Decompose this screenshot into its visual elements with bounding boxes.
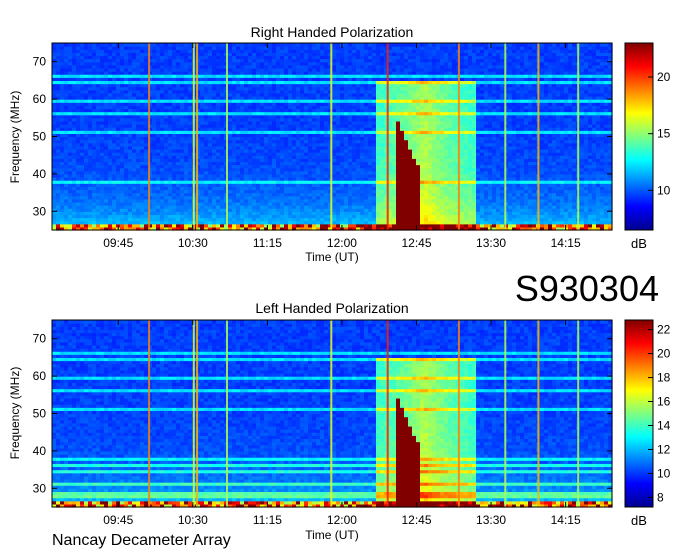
heatmap-cell: [312, 43, 317, 47]
heatmap-cell: [236, 43, 241, 47]
heatmap-cell: [120, 43, 125, 47]
heatmap-cell: [76, 43, 81, 47]
heatmap-cell: [60, 43, 65, 47]
heatmap-cell: [156, 43, 161, 47]
heatmap-cell: [164, 43, 169, 47]
heatmap-cell: [200, 43, 205, 47]
heatmap-cell: [204, 43, 209, 47]
heatmap-cell: [52, 43, 57, 47]
heatmap-cell: [296, 43, 301, 47]
heatmap-cell: [248, 43, 253, 47]
heatmap-cell: [252, 43, 257, 47]
heatmap-cell: [188, 43, 193, 47]
heatmap-cell: [56, 43, 61, 47]
heatmap-cell: [228, 43, 233, 47]
heatmap-cell: [360, 43, 365, 47]
heatmap-cell: [356, 43, 361, 47]
heatmap-cell: [100, 43, 105, 47]
heatmap-cell: [152, 43, 157, 47]
heatmap-cell: [284, 43, 289, 47]
rhp-spectrogram: [52, 43, 613, 231]
heatmap-cell: [84, 43, 89, 47]
heatmap-cell: [144, 43, 149, 47]
heatmap-cell: [128, 43, 133, 47]
heatmap-cell: [268, 43, 273, 47]
heatmap-cell: [308, 43, 313, 47]
heatmap-cell: [324, 43, 329, 47]
heatmap-cell: [352, 43, 357, 47]
heatmap-cell: [264, 43, 269, 47]
heatmap-cell: [180, 43, 185, 47]
heatmap-cell: [96, 43, 101, 47]
heatmap-cell: [168, 43, 173, 47]
spectrogram-figure: Right Handed Polarization 09:45 10:30 11:1…: [8, 24, 671, 549]
heatmap-cell: [108, 43, 113, 47]
heatmap-cell: [72, 43, 77, 47]
heatmap-cell: [92, 43, 97, 47]
heatmap-cell: [176, 43, 181, 47]
heatmap-cell: [260, 43, 265, 47]
heatmap-cell: [104, 43, 109, 47]
heatmap-cell: [276, 43, 281, 47]
heatmap-cell: [376, 43, 381, 47]
heatmap-cell: [80, 43, 85, 47]
heatmap-cell: [320, 43, 325, 47]
heatmap-cell: [208, 43, 213, 47]
heatmap-cell: [64, 43, 69, 47]
rhp-title: Right Handed Polarization: [251, 24, 414, 40]
heatmap-cell: [368, 43, 373, 47]
heatmap-cell: [364, 43, 369, 47]
heatmap-cell: [112, 43, 117, 47]
heatmap-cell: [68, 43, 73, 47]
heatmap-cell: [184, 43, 189, 47]
heatmap-cell: [292, 43, 297, 47]
heatmap-cell: [232, 43, 237, 47]
heatmap-cell: [380, 43, 385, 47]
heatmap-cell: [280, 43, 285, 47]
heatmap-cell: [216, 43, 221, 47]
heatmap-cell: [220, 43, 225, 47]
heatmap-cell: [244, 43, 249, 47]
heatmap-cell: [172, 43, 177, 47]
heatmap-cell: [336, 43, 341, 47]
heatmap-cell: [272, 43, 277, 47]
heatmap-cell: [136, 43, 141, 47]
heatmap-cell: [316, 43, 321, 47]
heatmap-cell: [132, 43, 137, 47]
heatmap-cell: [288, 43, 293, 47]
heatmap-cell: [304, 43, 309, 47]
heatmap-cell: [256, 43, 261, 47]
rhp-panel: Right Handed Polarization 09:45 10:30 11:1…: [8, 24, 671, 264]
heatmap-cell: [300, 43, 305, 47]
heatmap-cell: [240, 43, 245, 47]
heatmap-cell: [160, 43, 165, 47]
heatmap-cell: [212, 43, 217, 47]
heatmap-cell: [88, 43, 93, 47]
heatmap-cell: [140, 43, 145, 47]
heatmap-cell: [344, 43, 349, 47]
heatmap-cell: [332, 43, 337, 47]
heatmap-cell: [124, 43, 129, 47]
heatmap-cell: [348, 43, 353, 47]
heatmap-cell: [372, 43, 377, 47]
